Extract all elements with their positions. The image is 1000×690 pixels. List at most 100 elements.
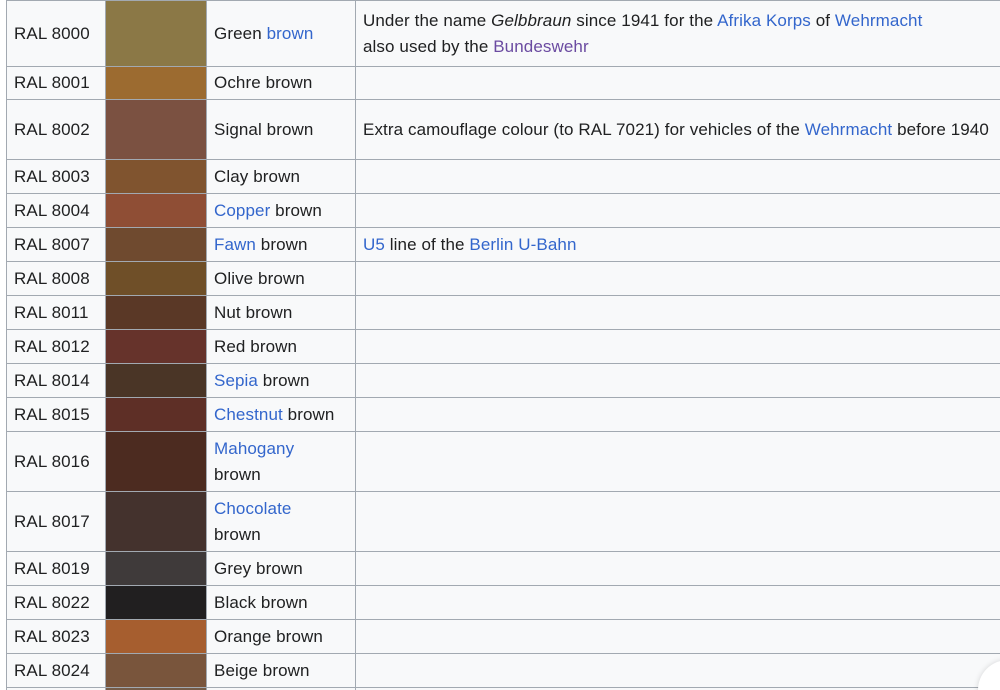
colour-name-cell: Chestnut brown — [206, 397, 356, 432]
colour-swatch — [105, 295, 207, 330]
colour-name-text: Olive brown — [214, 268, 305, 288]
colour-swatch — [105, 193, 207, 228]
notes-cell — [355, 491, 1000, 552]
ral-code-cell: RAL 8011 — [6, 295, 106, 330]
colour-name-text: Beige brown — [214, 660, 310, 680]
colour-swatch — [105, 551, 207, 586]
colour-name-text: brown — [255, 234, 308, 254]
table-row: RAL 8008 Olive brown — [6, 261, 1000, 296]
notes-cell: Under the name Gelbbraun since 1941 for … — [355, 0, 1000, 67]
colour-name-text: Ochre brown — [214, 73, 313, 92]
ral-code-cell: RAL 8012 — [6, 329, 106, 364]
colour-name-text: Red brown — [214, 336, 298, 356]
colour-swatch — [105, 363, 207, 398]
colour-name-cell: Chocolate brown — [206, 491, 356, 552]
notes-text: line of the — [384, 234, 470, 254]
colour-name-text: Black brown — [214, 592, 308, 612]
ral-code-cell: RAL 8014 — [6, 363, 106, 398]
colour-name-link[interactable]: Copper — [214, 201, 270, 220]
notes-cell — [355, 329, 1000, 364]
colour-name-text: brown — [214, 524, 261, 544]
table-row: RAL 8017 Chocolate brown — [6, 491, 1000, 552]
notes-cell: Extra camouflage colour (to RAL 7021) fo… — [355, 99, 1000, 160]
table-row: RAL 8019 Grey brown — [6, 551, 1000, 586]
ral-code-cell: RAL 8002 — [6, 99, 106, 160]
table-row: RAL 8023 Orange brown — [6, 619, 1000, 654]
colour-swatch — [105, 329, 207, 364]
colour-name-cell: Black brown — [206, 585, 356, 620]
colour-name-text: Nut brown — [214, 302, 293, 322]
table-row: RAL 8024 Beige brown — [6, 653, 1000, 688]
ral-code-cell: RAL 8019 — [6, 551, 106, 586]
colour-name-link[interactable]: Mahogany — [214, 439, 294, 458]
ral-code-cell: RAL 8000 — [6, 0, 106, 67]
colour-name-link[interactable]: Fawn — [214, 235, 256, 254]
table-row: RAL 8001 Ochre brown — [6, 66, 1000, 100]
colour-name-cell: Beige brown — [206, 653, 356, 688]
link-berlin-u-bahn[interactable]: Berlin U-Bahn — [469, 235, 576, 254]
notes-cell — [355, 397, 1000, 432]
notes-cell — [355, 363, 1000, 398]
colour-name-link[interactable]: Chocolate — [214, 499, 291, 518]
colour-swatch — [105, 227, 207, 262]
link-afrika-korps[interactable]: Afrika Korps — [717, 11, 811, 30]
notes-text: since 1941 for the — [571, 10, 718, 30]
colour-name-cell: Mahogany brown — [206, 431, 356, 492]
colour-name-link[interactable]: Sepia — [214, 371, 258, 390]
ral-code-cell: RAL 8022 — [6, 585, 106, 620]
table-body: RAL 8000 Green brown Under the name Gelbbr… — [6, 0, 1000, 690]
colour-swatch — [105, 99, 207, 160]
table-row: RAL 8022 Black brown — [6, 585, 1000, 620]
colour-name-cell: Green brown — [206, 0, 356, 67]
notes-cell — [355, 431, 1000, 492]
ral-code-cell: RAL 8008 — [6, 261, 106, 296]
ral-code-cell: RAL 8017 — [6, 491, 106, 552]
colour-swatch — [105, 159, 207, 194]
notes-cell — [355, 653, 1000, 688]
notes-cell — [355, 619, 1000, 654]
colour-name-text: brown — [282, 404, 335, 424]
ral-code-cell: RAL 8007 — [6, 227, 106, 262]
ral-colour-table: RAL 8000 Green brown Under the name Gelbbr… — [6, 0, 1000, 690]
link-bundeswehr[interactable]: Bundeswehr — [493, 37, 589, 56]
colour-name-text: Orange brown — [214, 626, 323, 646]
ral-code-cell: RAL 8016 — [6, 431, 106, 492]
ral-code-cell: RAL 8004 — [6, 193, 106, 228]
colour-name-text: Clay brown — [214, 166, 301, 186]
notes-text: Under the name — [363, 10, 492, 30]
colour-name-text: brown — [270, 200, 322, 220]
notes-cell — [355, 193, 1000, 228]
notes-text: of — [810, 10, 835, 30]
colour-swatch — [105, 585, 207, 620]
colour-swatch — [105, 653, 207, 688]
link-wehrmacht[interactable]: Wehrmacht — [835, 11, 923, 30]
colour-name-cell: Sepia brown — [206, 363, 356, 398]
notes-text: before 1940 — [892, 119, 989, 139]
link-u5[interactable]: U5 — [363, 235, 385, 254]
colour-swatch — [105, 66, 207, 100]
colour-name-cell: Nut brown — [206, 295, 356, 330]
colour-swatch — [105, 619, 207, 654]
notes-cell — [355, 66, 1000, 100]
table-row: RAL 8004 Copper brown — [6, 193, 1000, 228]
link-wehrmacht[interactable]: Wehrmacht — [805, 120, 893, 139]
notes-cell — [355, 551, 1000, 586]
colour-swatch — [105, 0, 207, 67]
colour-name-text: brown — [257, 370, 310, 390]
notes-text: Extra camouflage colour (to RAL 7021) fo… — [363, 119, 805, 139]
notes-cell — [355, 295, 1000, 330]
notes-text: also used by the — [363, 36, 494, 56]
colour-swatch — [105, 491, 207, 552]
colour-name-cell: Olive brown — [206, 261, 356, 296]
colour-name-text: Green — [214, 23, 267, 43]
colour-name-link[interactable]: Chestnut — [214, 405, 283, 424]
colour-swatch — [105, 431, 207, 492]
notes-cell — [355, 159, 1000, 194]
table-row: RAL 8015 Chestnut brown — [6, 397, 1000, 432]
table-row: RAL 8000 Green brown Under the name Gelbbr… — [6, 0, 1000, 67]
colour-name-link[interactable]: brown — [267, 24, 314, 43]
colour-swatch — [105, 397, 207, 432]
colour-name-cell: Signal brown — [206, 99, 356, 160]
ral-code-cell: RAL 8024 — [6, 653, 106, 688]
table-row: RAL 8011 Nut brown — [6, 295, 1000, 330]
